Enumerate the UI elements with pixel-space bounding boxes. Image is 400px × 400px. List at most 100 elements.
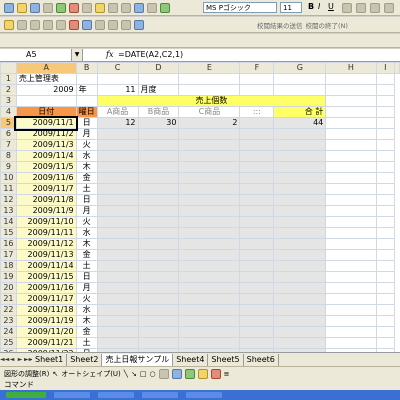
cell[interactable] xyxy=(375,84,396,96)
row-header[interactable]: 5 xyxy=(0,117,17,129)
cell[interactable] xyxy=(325,304,377,316)
cell[interactable] xyxy=(375,205,396,217)
row-header[interactable]: 25 xyxy=(0,337,17,349)
tab-sheet1[interactable]: Sheet1 xyxy=(32,353,68,366)
align-left-icon[interactable] xyxy=(342,3,352,13)
cell[interactable] xyxy=(273,73,327,85)
date-cell[interactable]: 2009/11/10 xyxy=(15,216,77,228)
cell[interactable] xyxy=(375,216,396,228)
item-c-cell[interactable] xyxy=(178,172,241,184)
row-header[interactable]: 13 xyxy=(0,205,17,217)
cell[interactable] xyxy=(325,139,377,151)
date-cell[interactable]: 2009/11/15 xyxy=(15,271,77,283)
cell[interactable] xyxy=(375,293,396,305)
item-b-cell[interactable] xyxy=(137,271,180,283)
row-header[interactable]: 14 xyxy=(0,216,17,228)
weekday-header[interactable]: 曜日 xyxy=(75,106,98,118)
tab-sheet6[interactable]: Sheet6 xyxy=(243,353,279,366)
item-b-cell[interactable] xyxy=(137,304,180,316)
year-cell[interactable]: 2009 xyxy=(15,84,77,96)
row-header[interactable]: 11 xyxy=(0,183,17,195)
track-changes-icon[interactable] xyxy=(82,19,92,30)
draw-menu-button[interactable]: 図形の調整(R) xyxy=(4,369,49,379)
item-more-header[interactable]: ::: xyxy=(239,106,275,118)
item-c-cell[interactable] xyxy=(178,271,241,283)
cell[interactable] xyxy=(325,205,377,217)
tab-sales-daily-sample[interactable]: 売上日報サンプル xyxy=(102,353,174,366)
item-c-header[interactable]: C商品 xyxy=(178,106,241,118)
date-cell[interactable]: 2009/11/2 xyxy=(15,128,77,140)
cell[interactable] xyxy=(375,95,396,107)
previous-comment-icon[interactable] xyxy=(17,19,27,30)
item-a-cell[interactable] xyxy=(96,172,139,184)
weekday-cell[interactable]: 土 xyxy=(75,337,98,349)
item-c-cell[interactable] xyxy=(178,128,241,140)
weekday-cell[interactable]: 火 xyxy=(75,139,98,151)
item-more-cell[interactable] xyxy=(239,227,275,239)
item-more-cell[interactable] xyxy=(239,161,275,173)
mail-icon[interactable] xyxy=(134,19,144,30)
item-more-cell[interactable] xyxy=(239,128,275,140)
date-cell[interactable]: 2009/11/8 xyxy=(15,194,77,206)
row-header[interactable]: 1 xyxy=(0,73,17,85)
column-header-g[interactable]: G xyxy=(273,62,327,74)
taskbar-item[interactable] xyxy=(98,392,134,398)
italic-icon[interactable]: I xyxy=(318,2,320,11)
total-cell[interactable] xyxy=(273,282,327,294)
item-a-header[interactable]: A商品 xyxy=(96,106,139,118)
total-cell[interactable] xyxy=(273,260,327,272)
clipart-icon[interactable] xyxy=(184,368,195,379)
row-header[interactable]: 8 xyxy=(0,150,17,162)
cell[interactable] xyxy=(375,128,396,140)
item-c-cell[interactable] xyxy=(178,249,241,261)
item-a-cell[interactable] xyxy=(96,150,139,162)
item-a-cell[interactable] xyxy=(96,205,139,217)
item-c-cell[interactable] xyxy=(178,282,241,294)
item-c-cell[interactable]: 2 xyxy=(178,117,241,129)
date-cell[interactable]: 2009/11/13 xyxy=(15,249,77,261)
review-reply-button[interactable]: 校閲結果の送信 xyxy=(257,20,303,30)
weekday-cell[interactable]: 月 xyxy=(75,282,98,294)
merge-center-icon[interactable] xyxy=(384,3,394,13)
cell[interactable] xyxy=(273,84,327,96)
weekday-cell[interactable]: 水 xyxy=(75,304,98,316)
row-header[interactable]: 16 xyxy=(0,238,17,250)
weekday-cell[interactable]: 月 xyxy=(75,205,98,217)
item-b-cell[interactable] xyxy=(137,227,180,239)
total-cell[interactable] xyxy=(273,172,327,184)
date-cell[interactable]: 2009/11/4 xyxy=(15,150,77,162)
total-cell[interactable] xyxy=(273,337,327,349)
row-header[interactable]: 12 xyxy=(0,194,17,206)
line-style-icon[interactable]: ≡ xyxy=(224,370,230,378)
item-more-cell[interactable] xyxy=(239,172,275,184)
item-a-cell[interactable] xyxy=(96,194,139,206)
total-cell[interactable] xyxy=(273,194,327,206)
month-suffix-cell[interactable]: 月度 xyxy=(137,84,180,96)
sum-icon[interactable] xyxy=(134,2,144,13)
weekday-cell[interactable]: 土 xyxy=(75,260,98,272)
item-b-cell[interactable] xyxy=(137,260,180,272)
align-right-icon[interactable] xyxy=(370,3,380,13)
item-c-cell[interactable] xyxy=(178,238,241,250)
item-more-cell[interactable] xyxy=(239,205,275,217)
last-sheet-arrow-icon[interactable]: ►► xyxy=(24,356,33,363)
print-icon[interactable] xyxy=(43,2,53,13)
cell[interactable] xyxy=(325,282,377,294)
weekday-cell[interactable]: 火 xyxy=(75,293,98,305)
item-b-cell[interactable] xyxy=(137,194,180,206)
date-cell[interactable]: 2009/11/16 xyxy=(15,282,77,294)
item-c-cell[interactable] xyxy=(178,337,241,349)
weekday-cell[interactable]: 金 xyxy=(75,172,98,184)
pointer-icon[interactable]: ↖ xyxy=(52,370,58,378)
item-b-cell[interactable] xyxy=(137,172,180,184)
weekday-cell[interactable]: 木 xyxy=(75,238,98,250)
item-a-cell[interactable] xyxy=(96,128,139,140)
date-cell[interactable]: 2009/11/17 xyxy=(15,293,77,305)
item-more-cell[interactable] xyxy=(239,249,275,261)
item-b-cell[interactable] xyxy=(137,128,180,140)
review-end-button[interactable]: 校閲の終了(N) xyxy=(306,20,348,30)
textbox-icon[interactable] xyxy=(158,368,169,379)
item-more-cell[interactable] xyxy=(239,337,275,349)
total-cell[interactable] xyxy=(273,271,327,283)
item-a-cell[interactable]: 12 xyxy=(96,117,139,129)
